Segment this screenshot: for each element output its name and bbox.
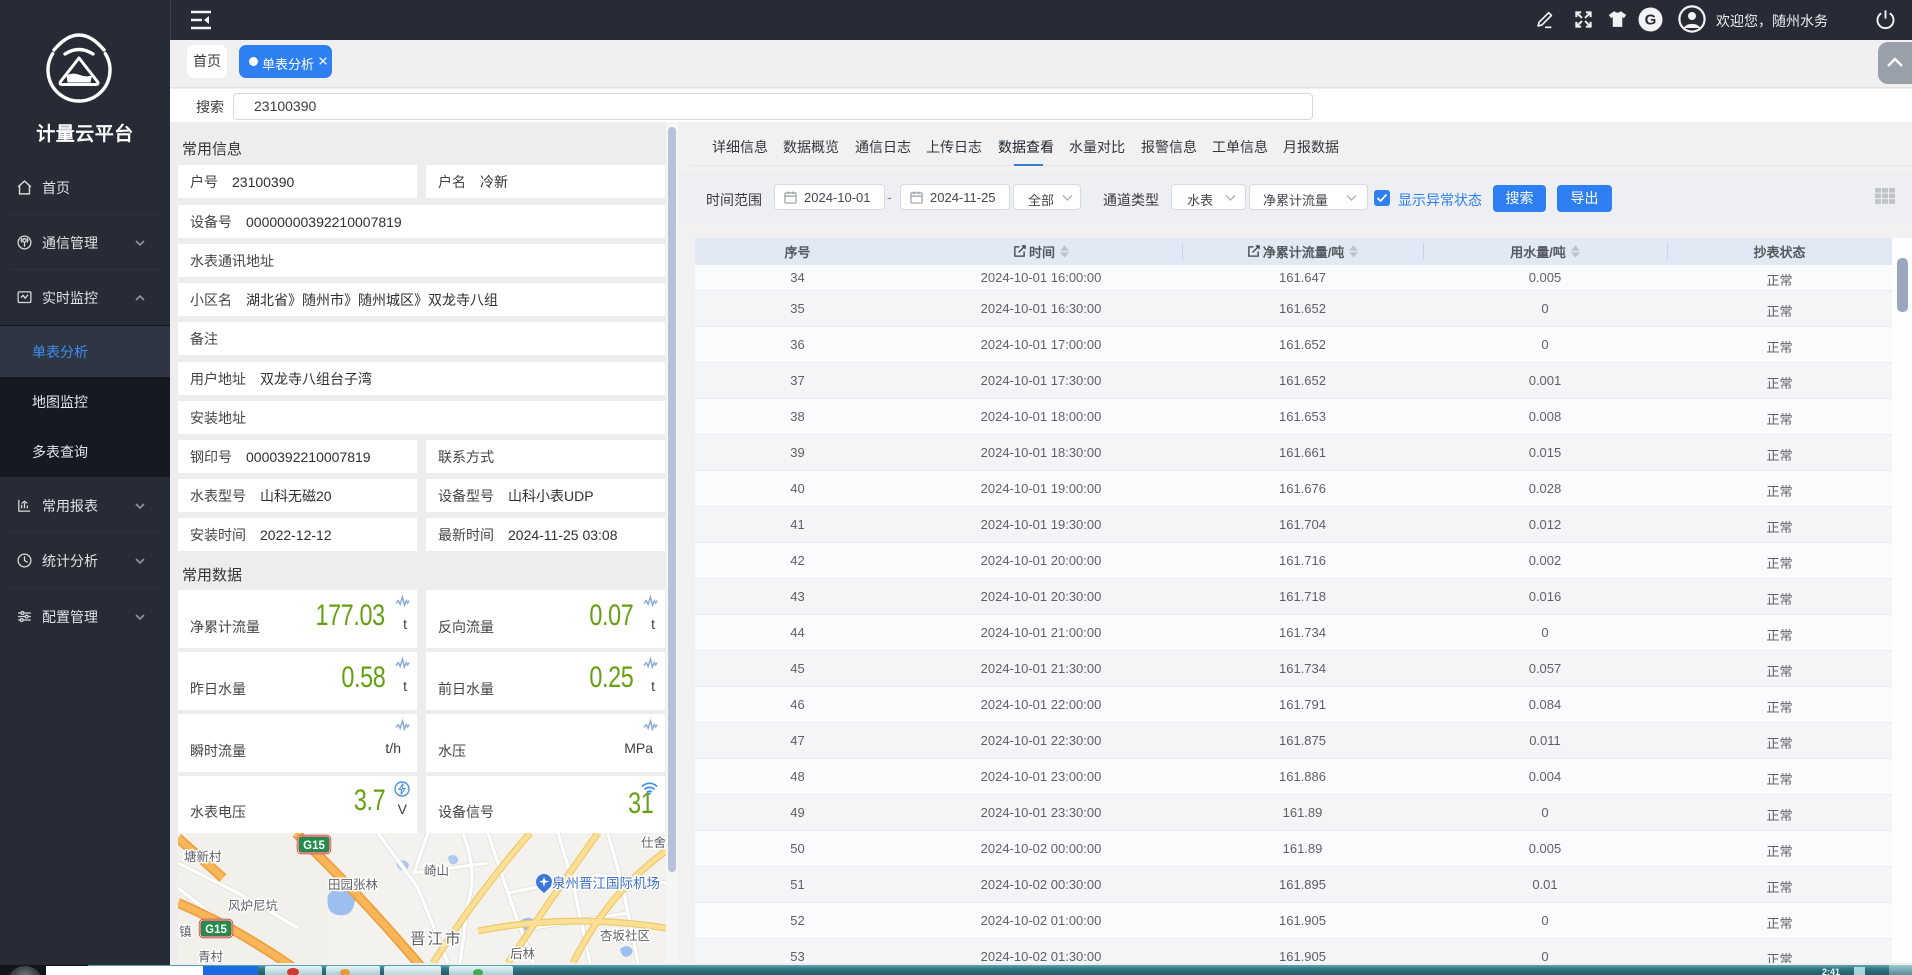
svg-text:泉州晋江国际机场: 泉州晋江国际机场 <box>552 875 660 891</box>
svg-text:青村: 青村 <box>198 950 224 963</box>
svg-text:田园张林: 田园张林 <box>328 877 379 892</box>
svg-text:G15: G15 <box>205 924 227 936</box>
svg-text:晋江市: 晋江市 <box>410 930 463 948</box>
svg-text:风炉尼坑: 风炉尼坑 <box>228 898 279 913</box>
svg-text:杏坂社区: 杏坂社区 <box>600 928 650 943</box>
svg-text:塘新村: 塘新村 <box>184 849 222 864</box>
svg-text:镇: 镇 <box>179 925 192 939</box>
svg-text:崎山: 崎山 <box>424 864 449 878</box>
svg-text:G15: G15 <box>303 840 325 852</box>
svg-text:仕舍: 仕舍 <box>641 835 666 850</box>
svg-text:后林: 后林 <box>510 947 536 961</box>
svg-text:G: G <box>1645 12 1657 29</box>
